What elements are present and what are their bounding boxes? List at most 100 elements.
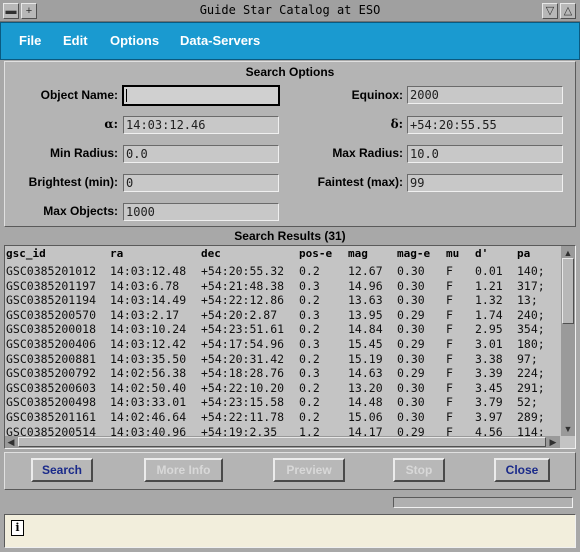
table-cell: 1.74	[475, 307, 503, 322]
table-cell: +54:22:12.86	[201, 293, 285, 308]
table-cell: +54:23:51.61	[201, 322, 285, 337]
table-cell: GSC0385201194	[6, 293, 97, 308]
table-cell: 14.63	[348, 366, 383, 381]
results-table[interactable]: gsc_id ra dec pos-e mag mag-e mu d' pa GSC038520…	[4, 245, 576, 449]
table-cell: 0.30	[397, 293, 425, 308]
table-cell: GSC0385201161	[6, 410, 97, 424]
table-cell: F	[446, 293, 453, 308]
table-cell: 180;	[517, 337, 545, 351]
stop-button[interactable]: Stop	[393, 458, 445, 482]
table-cell: 0.2	[299, 410, 320, 424]
brightest-input[interactable]: 0	[123, 174, 279, 192]
menu-file[interactable]: File	[19, 33, 41, 48]
table-cell: +54:22:10.20	[201, 380, 285, 395]
table-cell: 0.29	[397, 337, 425, 351]
column-header: gsc_id	[6, 247, 46, 260]
horizontal-scroll-thumb[interactable]	[18, 437, 546, 447]
search-button[interactable]: Search	[31, 458, 93, 482]
object-name-input[interactable]	[122, 85, 280, 106]
table-cell: 97;	[517, 351, 538, 366]
alpha-input[interactable]: 14:03:12.46	[123, 116, 279, 134]
table-cell: F	[446, 380, 453, 395]
equinox-input[interactable]: 2000	[407, 86, 563, 104]
column-header: mu	[446, 247, 460, 260]
table-cell: F	[446, 395, 453, 410]
table-cell: +54:18:28.76	[201, 366, 285, 381]
table-cell: 14.48	[348, 395, 383, 410]
table-cell: 14:03:10.24	[110, 322, 187, 337]
column-header: ra	[110, 247, 124, 260]
menu-bar: File Edit Options Data-Servers	[0, 22, 580, 60]
menu-data-servers[interactable]: Data-Servers	[180, 33, 260, 48]
column-header: mag-e	[397, 247, 431, 260]
delta-label: δ:	[390, 117, 403, 131]
menu-options[interactable]: Options	[110, 33, 159, 48]
table-cell: 14:03:12.48	[110, 264, 187, 278]
max-radius-input[interactable]: 10.0	[407, 145, 563, 163]
close-button[interactable]: Close	[494, 458, 550, 482]
table-cell: 1.21	[475, 278, 503, 293]
progress-bar	[393, 497, 573, 508]
table-cell: 14:03:14.49	[110, 293, 187, 308]
table-row[interactable]: GSC0385200570 14:03:2.17 +54:20:2.87 0.3 13.…	[5, 308, 561, 323]
table-row[interactable]: GSC0385201161 14:02:46.64 +54:22:11.78 0.2 1…	[5, 410, 561, 425]
table-row[interactable]: GSC0385200498 14:03:33.01 +54:23:15.58 0.2 1…	[5, 395, 561, 410]
table-cell: +54:22:11.78	[201, 410, 285, 424]
table-cell: 0.2	[299, 351, 320, 366]
scroll-left-icon[interactable]: ◀	[5, 436, 17, 448]
equinox-label: Equinox:	[351, 88, 403, 102]
table-cell: 0.29	[397, 366, 425, 381]
table-cell: 0.01	[475, 264, 503, 278]
table-row[interactable]: GSC0385200018 14:03:10.24 +54:23:51.61 0.2 1…	[5, 322, 561, 337]
search-options-heading: Search Options	[245, 65, 335, 79]
min-radius-input[interactable]: 0.0	[123, 145, 279, 163]
table-row[interactable]: GSC0385201012 14:03:12.48 +54:20:55.32 0.2 1…	[5, 264, 561, 279]
max-objects-input[interactable]: 1000	[123, 203, 279, 221]
table-row[interactable]: GSC0385200881 14:03:35.50 +54:20:31.42 0.2 1…	[5, 352, 561, 367]
min-radius-label: Min Radius:	[50, 146, 118, 160]
table-cell: 14:03:33.01	[110, 395, 187, 410]
table-cell: 0.3	[299, 366, 320, 381]
preview-button[interactable]: Preview	[273, 458, 345, 482]
table-cell: 13;	[517, 293, 538, 308]
table-row[interactable]: GSC0385201194 14:03:14.49 +54:22:12.86 0.2 1…	[5, 293, 561, 308]
table-cell: 3.39	[475, 366, 503, 381]
table-cell: F	[446, 307, 453, 322]
table-cell: 0.30	[397, 351, 425, 366]
table-cell: F	[446, 264, 453, 278]
table-cell: 14:03:2.17	[110, 307, 180, 322]
table-cell: 13.20	[348, 380, 383, 395]
table-cell: 317;	[517, 278, 545, 293]
table-cell: 140;	[517, 264, 545, 278]
table-cell: +54:20:31.42	[201, 351, 285, 366]
table-cell: 14:02:50.40	[110, 380, 187, 395]
table-cell: 3.97	[475, 410, 503, 424]
scroll-down-icon[interactable]: ▼	[562, 423, 574, 435]
table-row[interactable]: GSC0385201197 14:03:6.78 +54:21:48.38 0.3 14…	[5, 279, 561, 294]
table-cell: 240;	[517, 307, 545, 322]
table-cell: 15.06	[348, 410, 383, 424]
faintest-input[interactable]: 99	[407, 174, 563, 192]
table-cell: 0.30	[397, 395, 425, 410]
message-area	[4, 514, 576, 548]
scroll-right-icon[interactable]: ▶	[547, 436, 559, 448]
table-row[interactable]: GSC0385200603 14:02:50.40 +54:22:10.20 0.2 1…	[5, 381, 561, 396]
minimize-icon[interactable]: ▽	[542, 3, 558, 19]
table-cell: 14:02:56.38	[110, 366, 187, 381]
table-cell: +54:21:48.38	[201, 278, 285, 293]
table-row[interactable]: GSC0385200792 14:02:56.38 +54:18:28.76 0.3 1…	[5, 366, 561, 381]
table-cell: F	[446, 322, 453, 337]
table-cell: 0.30	[397, 278, 425, 293]
maximize-icon[interactable]: △	[560, 3, 576, 19]
title-bar[interactable]: ▬ + Guide Star Catalog at ESO ▽ △	[0, 0, 580, 22]
more-info-button[interactable]: More Info	[144, 458, 223, 482]
vertical-scroll-thumb[interactable]	[562, 258, 574, 324]
menu-edit[interactable]: Edit	[63, 33, 88, 48]
table-cell: 0.2	[299, 395, 320, 410]
table-cell: F	[446, 366, 453, 381]
table-row[interactable]: GSC0385200406 14:03:12.42 +54:17:54.96 0.3 1…	[5, 337, 561, 352]
table-cell: 15.45	[348, 337, 383, 351]
table-cell: GSC0385201197	[6, 278, 97, 293]
delta-input[interactable]: +54:20:55.55	[407, 116, 563, 134]
info-icon[interactable]: i	[11, 520, 24, 536]
